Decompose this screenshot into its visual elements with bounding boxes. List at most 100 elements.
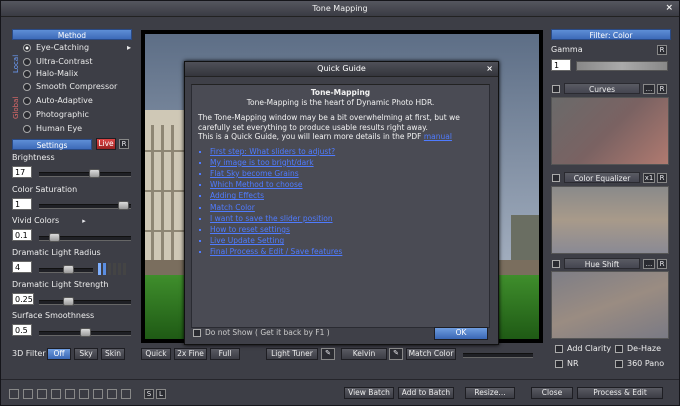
slider-thumb[interactable]	[63, 297, 74, 306]
guide-link[interactable]: Live Update Setting	[210, 235, 483, 246]
slider-thumb[interactable]	[80, 328, 91, 337]
x1-button[interactable]: x1	[643, 173, 655, 183]
curves-reset-button[interactable]: R	[657, 84, 667, 94]
vivid-colors-value[interactable]: 0.1	[12, 229, 32, 241]
batch-slot[interactable]	[107, 389, 117, 399]
method-item-human-eye[interactable]: Human Eye	[23, 123, 133, 135]
360-pano-checkbox[interactable]	[615, 360, 623, 368]
add-clarity-checkbox[interactable]	[555, 345, 563, 353]
curves-panel[interactable]	[551, 97, 669, 165]
color-saturation-slider[interactable]	[39, 201, 131, 210]
eyedropper-icon[interactable]: ✎	[389, 348, 403, 360]
match-color-slider[interactable]	[463, 353, 533, 358]
full-preview-button[interactable]: Full	[210, 348, 240, 360]
surface-smoothness-value[interactable]: 0.5	[12, 324, 32, 336]
quick-preview-button[interactable]: Quick	[141, 348, 171, 360]
hue-shift-more-button[interactable]: ...	[643, 259, 655, 269]
dialog-close-icon[interactable]: ×	[486, 62, 493, 76]
gamma-reset-button[interactable]: R	[657, 45, 667, 55]
kelvin-button[interactable]: Kelvin	[341, 348, 387, 360]
color-equalizer-reset-button[interactable]: R	[657, 173, 667, 183]
slider-thumb[interactable]	[89, 169, 100, 178]
color-equalizer-panel[interactable]	[551, 186, 669, 254]
guide-link[interactable]: Flat Sky become Grains	[210, 168, 483, 179]
nr-checkbox[interactable]	[555, 360, 563, 368]
reset-settings-button[interactable]: R	[119, 139, 129, 149]
color-saturation-value[interactable]: 1	[12, 198, 32, 210]
color-equalizer-checkbox[interactable]	[552, 174, 560, 182]
dehaze-checkbox[interactable]	[615, 345, 623, 353]
ok-button[interactable]: OK	[434, 327, 488, 340]
guide-subheading: Tone-Mapping is the heart of Dynamic Pho…	[246, 97, 435, 107]
batch-slot[interactable]	[9, 389, 19, 399]
curves-more-button[interactable]: ...	[643, 84, 655, 94]
slider-thumb[interactable]	[49, 233, 60, 242]
hue-shift-panel[interactable]	[551, 271, 669, 339]
brightness-value[interactable]: 17	[12, 166, 32, 178]
surface-smoothness-label: Surface Smoothness	[12, 311, 95, 320]
load-preset-button[interactable]: L	[156, 389, 166, 399]
color-saturation-label: Color Saturation	[12, 185, 78, 194]
dont-show-checkbox[interactable]	[193, 329, 201, 337]
global-tab[interactable]: Global	[12, 87, 21, 129]
guide-link[interactable]: Match Color	[210, 202, 483, 213]
guide-link[interactable]: Which Method to choose	[210, 179, 483, 190]
batch-slot[interactable]	[65, 389, 75, 399]
eyedropper-icon[interactable]: ✎	[321, 348, 335, 360]
curves-checkbox[interactable]	[552, 85, 560, 93]
view-batch-button[interactable]: View Batch	[344, 387, 394, 399]
chevron-right-icon[interactable]: ▸	[79, 217, 89, 227]
live-button[interactable]: Live	[96, 138, 116, 150]
method-item-auto-adaptive[interactable]: Auto-Adaptive	[23, 95, 133, 107]
guide-link[interactable]: First step: What sliders to adjust?	[210, 146, 483, 157]
3d-filter-sky-button[interactable]: Sky	[74, 348, 98, 360]
close-button[interactable]: Close	[531, 387, 573, 399]
slider-thumb[interactable]	[63, 265, 74, 274]
gamma-slider[interactable]	[576, 61, 668, 71]
3d-filter-skin-button[interactable]: Skin	[101, 348, 125, 360]
local-tab[interactable]: Local	[12, 43, 21, 85]
add-to-batch-button[interactable]: Add to Batch	[398, 387, 454, 399]
match-color-button[interactable]: Match Color	[406, 348, 456, 360]
guide-link[interactable]: Adding Effects	[210, 190, 483, 201]
method-item-ultra-contrast[interactable]: Ultra-Contrast	[23, 56, 133, 68]
radius-bars[interactable]	[98, 263, 132, 275]
process-edit-button[interactable]: Process & Edit	[577, 387, 663, 399]
dramatic-light-radius-value[interactable]: 4	[12, 261, 32, 273]
360-pano-label: 360 Pano	[627, 359, 665, 368]
batch-slot[interactable]	[23, 389, 33, 399]
batch-slot[interactable]	[37, 389, 47, 399]
vivid-colors-slider[interactable]	[39, 233, 131, 242]
guide-link[interactable]: My image is too bright/dark	[210, 157, 483, 168]
resize-button[interactable]: Resize...	[465, 387, 515, 399]
guide-link[interactable]: How to reset settings	[210, 224, 483, 235]
dramatic-light-strength-value[interactable]: 0.25	[12, 293, 34, 305]
close-icon[interactable]: ×	[665, 1, 673, 16]
method-item-halo-malix[interactable]: Halo-Malix	[23, 68, 133, 80]
manual-link[interactable]: manual	[424, 132, 452, 141]
dramatic-light-radius-slider[interactable]	[39, 265, 93, 274]
3d-filter-off-button[interactable]: Off	[47, 348, 71, 360]
batch-slot[interactable]	[79, 389, 89, 399]
hue-shift-checkbox[interactable]	[552, 260, 560, 268]
fine-preview-button[interactable]: 2x Fine	[174, 348, 207, 360]
light-tuner-button[interactable]: Light Tuner	[266, 348, 318, 360]
guide-link[interactable]: I want to save the slider position	[210, 213, 483, 224]
gamma-value[interactable]: 1	[551, 59, 571, 71]
method-item-smooth-compressor[interactable]: Smooth Compressor	[23, 81, 133, 93]
guide-link[interactable]: Final Process & Edit / Save features	[210, 246, 483, 257]
batch-slot[interactable]	[51, 389, 61, 399]
slider-thumb[interactable]	[118, 201, 129, 210]
batch-slot[interactable]	[121, 389, 131, 399]
surface-smoothness-slider[interactable]	[39, 328, 131, 337]
dramatic-light-strength-slider[interactable]	[39, 297, 131, 306]
brightness-label: Brightness	[12, 153, 55, 162]
guide-intro2: This is a Quick Guide, you will learn mo…	[198, 132, 452, 141]
method-item-photographic[interactable]: Photographic	[23, 109, 133, 121]
save-preset-button[interactable]: S	[144, 389, 154, 399]
method-item-eye-catching[interactable]: Eye-Catching ▸	[23, 42, 133, 54]
radio-icon	[23, 124, 31, 133]
hue-shift-reset-button[interactable]: R	[657, 259, 667, 269]
batch-slot[interactable]	[93, 389, 103, 399]
brightness-slider[interactable]	[39, 169, 131, 178]
